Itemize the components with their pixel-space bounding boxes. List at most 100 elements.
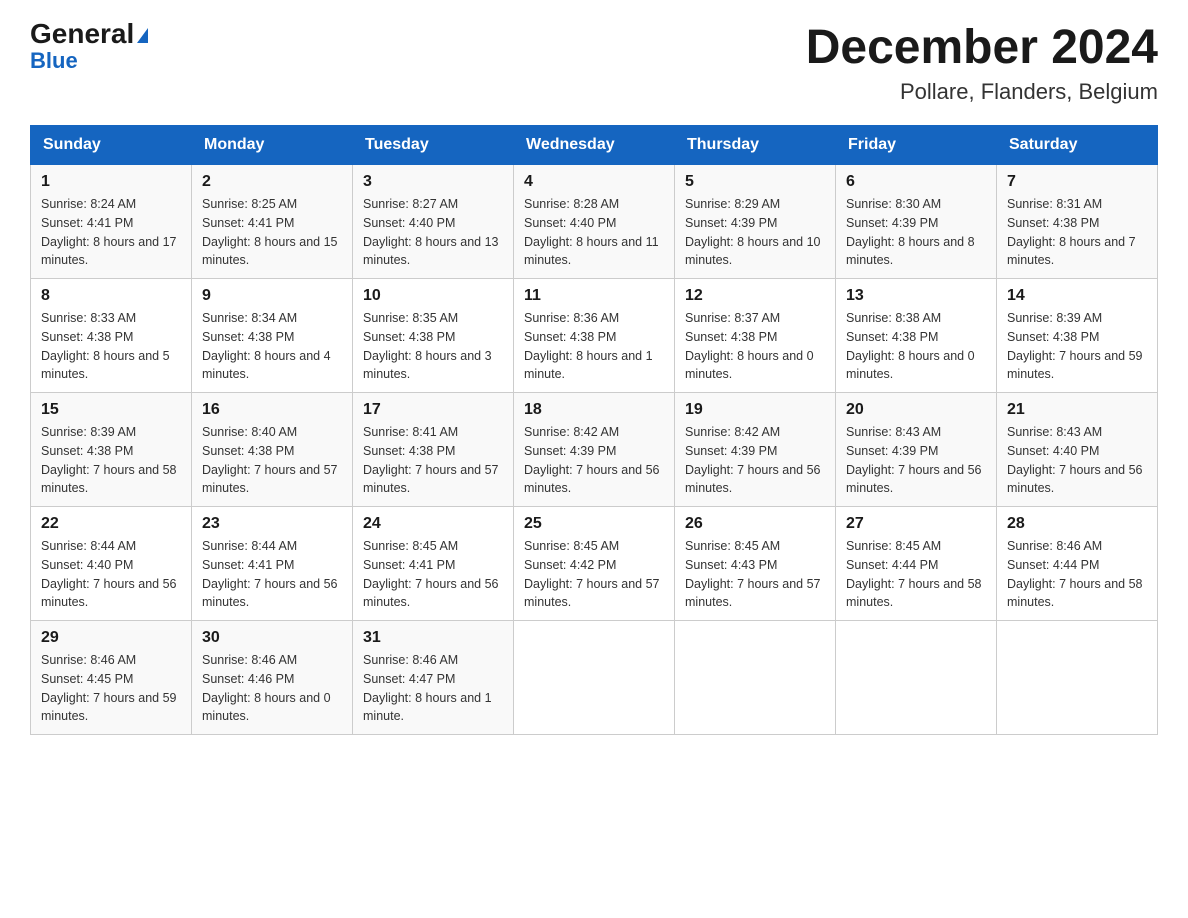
day-info: Sunrise: 8:28 AM Sunset: 4:40 PM Dayligh…: [524, 195, 664, 270]
day-info: Sunrise: 8:29 AM Sunset: 4:39 PM Dayligh…: [685, 195, 825, 270]
day-info: Sunrise: 8:31 AM Sunset: 4:38 PM Dayligh…: [1007, 195, 1147, 270]
col-monday: Monday: [192, 126, 353, 165]
table-row: 18 Sunrise: 8:42 AM Sunset: 4:39 PM Dayl…: [514, 393, 675, 507]
day-info: Sunrise: 8:43 AM Sunset: 4:40 PM Dayligh…: [1007, 423, 1147, 498]
logo: General Blue: [30, 20, 148, 74]
day-info: Sunrise: 8:27 AM Sunset: 4:40 PM Dayligh…: [363, 195, 503, 270]
logo-blue-label: Blue: [30, 48, 78, 73]
day-info: Sunrise: 8:45 AM Sunset: 4:42 PM Dayligh…: [524, 537, 664, 612]
day-number: 31: [363, 629, 503, 647]
table-row: 25 Sunrise: 8:45 AM Sunset: 4:42 PM Dayl…: [514, 507, 675, 621]
page-header: General Blue December 2024 Pollare, Flan…: [30, 20, 1158, 105]
table-row: 8 Sunrise: 8:33 AM Sunset: 4:38 PM Dayli…: [31, 279, 192, 393]
day-number: 23: [202, 515, 342, 533]
day-info: Sunrise: 8:39 AM Sunset: 4:38 PM Dayligh…: [1007, 309, 1147, 384]
day-number: 7: [1007, 173, 1147, 191]
day-info: Sunrise: 8:42 AM Sunset: 4:39 PM Dayligh…: [524, 423, 664, 498]
calendar-week-row: 22 Sunrise: 8:44 AM Sunset: 4:40 PM Dayl…: [31, 507, 1158, 621]
day-number: 28: [1007, 515, 1147, 533]
table-row: [675, 621, 836, 735]
day-number: 1: [41, 173, 181, 191]
day-info: Sunrise: 8:39 AM Sunset: 4:38 PM Dayligh…: [41, 423, 181, 498]
day-info: Sunrise: 8:46 AM Sunset: 4:45 PM Dayligh…: [41, 651, 181, 726]
day-info: Sunrise: 8:41 AM Sunset: 4:38 PM Dayligh…: [363, 423, 503, 498]
day-info: Sunrise: 8:33 AM Sunset: 4:38 PM Dayligh…: [41, 309, 181, 384]
table-row: 12 Sunrise: 8:37 AM Sunset: 4:38 PM Dayl…: [675, 279, 836, 393]
day-number: 25: [524, 515, 664, 533]
day-number: 20: [846, 401, 986, 419]
day-number: 30: [202, 629, 342, 647]
table-row: 1 Sunrise: 8:24 AM Sunset: 4:41 PM Dayli…: [31, 165, 192, 279]
day-info: Sunrise: 8:34 AM Sunset: 4:38 PM Dayligh…: [202, 309, 342, 384]
day-number: 16: [202, 401, 342, 419]
table-row: [514, 621, 675, 735]
day-number: 24: [363, 515, 503, 533]
day-info: Sunrise: 8:38 AM Sunset: 4:38 PM Dayligh…: [846, 309, 986, 384]
table-row: 23 Sunrise: 8:44 AM Sunset: 4:41 PM Dayl…: [192, 507, 353, 621]
table-row: 4 Sunrise: 8:28 AM Sunset: 4:40 PM Dayli…: [514, 165, 675, 279]
table-row: 6 Sunrise: 8:30 AM Sunset: 4:39 PM Dayli…: [836, 165, 997, 279]
day-number: 13: [846, 287, 986, 305]
table-row: 14 Sunrise: 8:39 AM Sunset: 4:38 PM Dayl…: [997, 279, 1158, 393]
table-row: 31 Sunrise: 8:46 AM Sunset: 4:47 PM Dayl…: [353, 621, 514, 735]
day-number: 19: [685, 401, 825, 419]
day-info: Sunrise: 8:25 AM Sunset: 4:41 PM Dayligh…: [202, 195, 342, 270]
month-year-title: December 2024: [806, 20, 1158, 75]
day-number: 21: [1007, 401, 1147, 419]
table-row: 11 Sunrise: 8:36 AM Sunset: 4:38 PM Dayl…: [514, 279, 675, 393]
day-number: 2: [202, 173, 342, 191]
day-info: Sunrise: 8:30 AM Sunset: 4:39 PM Dayligh…: [846, 195, 986, 270]
calendar-week-row: 29 Sunrise: 8:46 AM Sunset: 4:45 PM Dayl…: [31, 621, 1158, 735]
day-number: 18: [524, 401, 664, 419]
table-row: 28 Sunrise: 8:46 AM Sunset: 4:44 PM Dayl…: [997, 507, 1158, 621]
day-info: Sunrise: 8:43 AM Sunset: 4:39 PM Dayligh…: [846, 423, 986, 498]
day-number: 27: [846, 515, 986, 533]
day-info: Sunrise: 8:46 AM Sunset: 4:47 PM Dayligh…: [363, 651, 503, 726]
table-row: 7 Sunrise: 8:31 AM Sunset: 4:38 PM Dayli…: [997, 165, 1158, 279]
calendar-header-row: Sunday Monday Tuesday Wednesday Thursday…: [31, 126, 1158, 165]
day-number: 29: [41, 629, 181, 647]
table-row: 20 Sunrise: 8:43 AM Sunset: 4:39 PM Dayl…: [836, 393, 997, 507]
day-info: Sunrise: 8:42 AM Sunset: 4:39 PM Dayligh…: [685, 423, 825, 498]
day-info: Sunrise: 8:46 AM Sunset: 4:46 PM Dayligh…: [202, 651, 342, 726]
logo-triangle-icon: [137, 28, 148, 43]
day-number: 4: [524, 173, 664, 191]
col-sunday: Sunday: [31, 126, 192, 165]
table-row: 16 Sunrise: 8:40 AM Sunset: 4:38 PM Dayl…: [192, 393, 353, 507]
day-number: 17: [363, 401, 503, 419]
day-info: Sunrise: 8:37 AM Sunset: 4:38 PM Dayligh…: [685, 309, 825, 384]
table-row: [997, 621, 1158, 735]
day-info: Sunrise: 8:44 AM Sunset: 4:41 PM Dayligh…: [202, 537, 342, 612]
table-row: 19 Sunrise: 8:42 AM Sunset: 4:39 PM Dayl…: [675, 393, 836, 507]
table-row: 26 Sunrise: 8:45 AM Sunset: 4:43 PM Dayl…: [675, 507, 836, 621]
table-row: 17 Sunrise: 8:41 AM Sunset: 4:38 PM Dayl…: [353, 393, 514, 507]
table-row: 27 Sunrise: 8:45 AM Sunset: 4:44 PM Dayl…: [836, 507, 997, 621]
title-section: December 2024 Pollare, Flanders, Belgium: [806, 20, 1158, 105]
table-row: 5 Sunrise: 8:29 AM Sunset: 4:39 PM Dayli…: [675, 165, 836, 279]
location-title: Pollare, Flanders, Belgium: [806, 79, 1158, 105]
day-number: 12: [685, 287, 825, 305]
day-number: 14: [1007, 287, 1147, 305]
day-info: Sunrise: 8:45 AM Sunset: 4:44 PM Dayligh…: [846, 537, 986, 612]
day-number: 10: [363, 287, 503, 305]
day-info: Sunrise: 8:24 AM Sunset: 4:41 PM Dayligh…: [41, 195, 181, 270]
table-row: 22 Sunrise: 8:44 AM Sunset: 4:40 PM Dayl…: [31, 507, 192, 621]
table-row: [836, 621, 997, 735]
table-row: 24 Sunrise: 8:45 AM Sunset: 4:41 PM Dayl…: [353, 507, 514, 621]
calendar-week-row: 8 Sunrise: 8:33 AM Sunset: 4:38 PM Dayli…: [31, 279, 1158, 393]
col-wednesday: Wednesday: [514, 126, 675, 165]
table-row: 21 Sunrise: 8:43 AM Sunset: 4:40 PM Dayl…: [997, 393, 1158, 507]
table-row: 9 Sunrise: 8:34 AM Sunset: 4:38 PM Dayli…: [192, 279, 353, 393]
calendar-table: Sunday Monday Tuesday Wednesday Thursday…: [30, 125, 1158, 735]
table-row: 10 Sunrise: 8:35 AM Sunset: 4:38 PM Dayl…: [353, 279, 514, 393]
day-number: 15: [41, 401, 181, 419]
table-row: 30 Sunrise: 8:46 AM Sunset: 4:46 PM Dayl…: [192, 621, 353, 735]
table-row: 13 Sunrise: 8:38 AM Sunset: 4:38 PM Dayl…: [836, 279, 997, 393]
day-number: 8: [41, 287, 181, 305]
day-info: Sunrise: 8:35 AM Sunset: 4:38 PM Dayligh…: [363, 309, 503, 384]
day-number: 3: [363, 173, 503, 191]
col-saturday: Saturday: [997, 126, 1158, 165]
col-thursday: Thursday: [675, 126, 836, 165]
day-number: 9: [202, 287, 342, 305]
logo-text: General: [30, 20, 148, 48]
